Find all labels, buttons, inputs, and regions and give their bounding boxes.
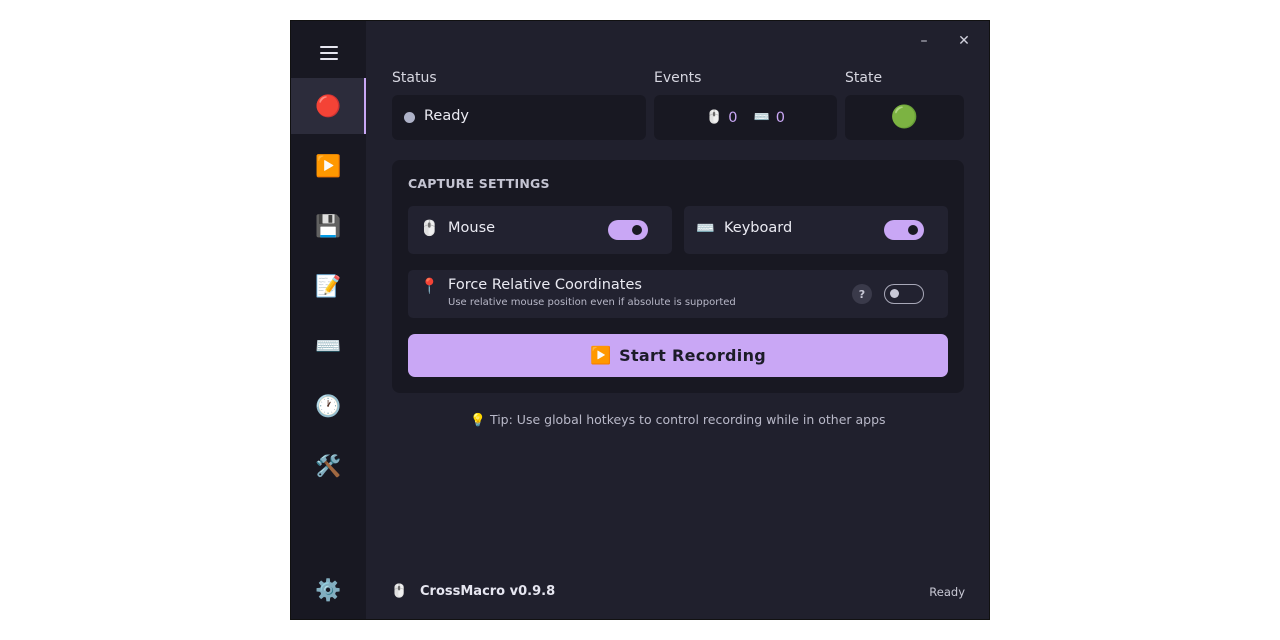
sidebar-item-save[interactable]: 💾: [291, 198, 366, 254]
keyboard-icon: ⌨️: [315, 333, 342, 358]
capture-settings-title: CAPTURE SETTINGS: [408, 176, 550, 191]
pin-icon: 📍: [420, 277, 439, 295]
keyboard-event-count: 0: [775, 109, 785, 126]
minimize-icon: –: [920, 33, 928, 49]
question-icon: ?: [858, 287, 866, 301]
relative-coordinates-label: Force Relative Coordinates: [448, 277, 642, 293]
sidebar-item-shortcuts[interactable]: ⌨️: [291, 318, 366, 374]
sidebar-item-scheduler[interactable]: 🕐: [291, 378, 366, 434]
status-label: Status: [392, 70, 437, 86]
state-card: 🟢: [845, 95, 964, 140]
sidebar-item-settings[interactable]: ⚙️: [291, 562, 366, 618]
sidebar: 🔴 ▶️ 💾 📝 ⌨️ 🕐 🛠️ ⚙️: [291, 21, 366, 619]
help-button[interactable]: ?: [852, 284, 872, 304]
close-icon: ✕: [958, 33, 970, 49]
mouse-icon: 🖱️: [706, 110, 723, 125]
capture-settings-panel: CAPTURE SETTINGS 🖱️ Mouse ⌨️ Keyboard 📍 …: [392, 160, 964, 393]
play-icon: ▶️: [589, 345, 612, 366]
keyboard-capture-label: Keyboard: [724, 220, 793, 236]
status-card: Ready: [392, 95, 646, 140]
hamburger-menu-button[interactable]: [291, 25, 366, 81]
close-button[interactable]: ✕: [952, 29, 976, 53]
sidebar-item-editor[interactable]: 📝: [291, 258, 366, 314]
footer-status: Ready: [929, 585, 965, 599]
floppy-disk-icon: 💾: [315, 213, 342, 238]
app-version: CrossMacro v0.9.8: [420, 584, 556, 599]
mouse-event-count: 0: [728, 109, 738, 126]
start-recording-button[interactable]: ▶️ Start Recording: [408, 334, 948, 377]
minimize-button[interactable]: –: [912, 29, 936, 53]
app-window: 🔴 ▶️ 💾 📝 ⌨️ 🕐 🛠️ ⚙️ – ✕ Status Events St…: [290, 20, 990, 620]
play-icon: ▶️: [315, 153, 342, 178]
gear-icon: ⚙️: [315, 577, 342, 602]
relative-coordinates-toggle[interactable]: [884, 284, 924, 304]
status-dot-icon: [404, 112, 415, 123]
state-label: State: [845, 70, 883, 86]
status-value: Ready: [424, 108, 470, 124]
hamburger-menu-icon: [319, 46, 338, 60]
state-indicator-icon: 🟢: [890, 105, 919, 130]
footer-mouse-icon: 🖱️: [391, 584, 408, 599]
events-card: 🖱️ 0 ⌨️ 0: [654, 95, 837, 140]
clock-icon: 🕐: [315, 393, 342, 418]
keyboard-icon: ⌨️: [696, 219, 715, 237]
sidebar-item-playback[interactable]: ▶️: [291, 138, 366, 194]
mouse-icon: 🖱️: [420, 219, 439, 237]
mouse-capture-toggle[interactable]: [608, 220, 648, 240]
record-icon: 🔴: [315, 93, 342, 118]
sidebar-item-record[interactable]: 🔴: [291, 78, 366, 134]
keyboard-icon: ⌨️: [753, 110, 770, 125]
relative-coordinates-description: Use relative mouse position even if abso…: [448, 297, 736, 308]
memo-icon: 📝: [315, 273, 342, 298]
tools-icon: 🛠️: [315, 453, 342, 478]
tip-text: 💡 Tip: Use global hotkeys to control rec…: [470, 412, 886, 427]
relative-coordinates-option: 📍 Force Relative Coordinates Use relativ…: [408, 270, 948, 318]
mouse-capture-label: Mouse: [448, 220, 496, 236]
keyboard-capture-option: ⌨️ Keyboard: [684, 206, 948, 254]
sidebar-item-tools[interactable]: 🛠️: [291, 438, 366, 494]
start-recording-label: Start Recording: [619, 346, 767, 365]
mouse-capture-option: 🖱️ Mouse: [408, 206, 672, 254]
events-label: Events: [654, 70, 702, 86]
keyboard-capture-toggle[interactable]: [884, 220, 924, 240]
